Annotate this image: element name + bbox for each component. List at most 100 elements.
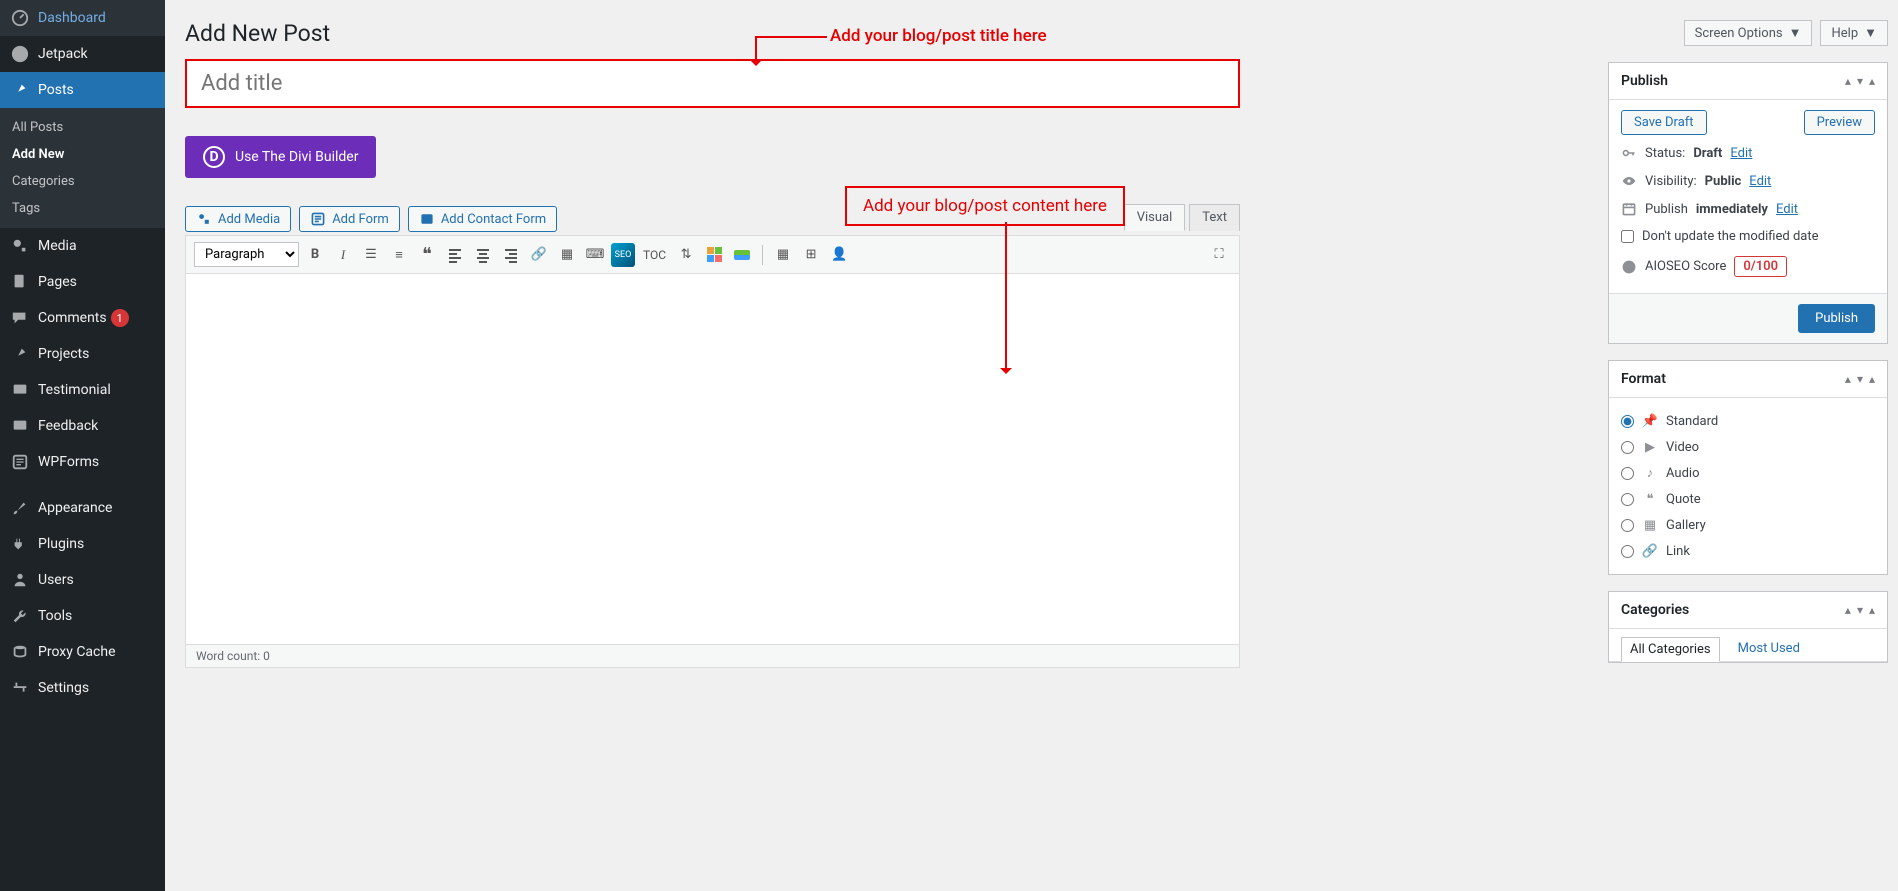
pin-icon xyxy=(10,80,30,100)
editor-toolbar: Paragraph B I ☰ ≡ ❝ 🔗 ▦ ⌨ SEO TOC ⇅ ▦ ⊞ xyxy=(186,236,1239,274)
sidebar-item-pages[interactable]: Pages xyxy=(0,264,165,300)
bold-icon[interactable]: B xyxy=(303,243,327,267)
format-gallery-radio[interactable] xyxy=(1621,519,1634,532)
dont-update-checkbox[interactable] xyxy=(1621,230,1634,243)
testimonial-icon xyxy=(10,380,30,400)
format-quote-radio[interactable] xyxy=(1621,493,1634,506)
color-blocks-icon[interactable] xyxy=(702,243,726,267)
move-up-icon[interactable]: ▴ xyxy=(1845,74,1851,88)
visual-tab[interactable]: Visual xyxy=(1124,204,1186,231)
preview-button[interactable]: Preview xyxy=(1804,110,1875,135)
align-center-icon[interactable] xyxy=(471,243,495,267)
move-down-icon[interactable]: ▾ xyxy=(1857,372,1863,386)
move-down-icon[interactable]: ▾ xyxy=(1857,603,1863,617)
grid-icon[interactable]: ⊞ xyxy=(799,243,823,267)
status-label: Status: xyxy=(1645,146,1685,161)
sidebar-item-settings[interactable]: Settings xyxy=(0,670,165,706)
camera-icon xyxy=(196,211,212,227)
submenu-categories[interactable]: Categories xyxy=(0,168,165,195)
add-form-button[interactable]: Add Form xyxy=(299,206,400,232)
sidebar-item-dashboard[interactable]: Dashboard xyxy=(0,0,165,36)
publish-heading: Publish xyxy=(1621,73,1668,89)
move-up-icon[interactable]: ▴ xyxy=(1845,372,1851,386)
add-media-button[interactable]: Add Media xyxy=(185,206,291,232)
italic-icon[interactable]: I xyxy=(331,243,355,267)
submenu-tags[interactable]: Tags xyxy=(0,195,165,222)
sidebar-item-wpforms[interactable]: WPForms xyxy=(0,444,165,480)
move-up-icon[interactable]: ▴ xyxy=(1845,603,1851,617)
aioseo-icon xyxy=(1621,259,1637,275)
quote-icon: ❝ xyxy=(1642,491,1658,507)
screen-options-button[interactable]: Screen Options ▼ xyxy=(1684,20,1813,46)
toolbar-toggle-icon[interactable]: ⌨ xyxy=(583,243,607,267)
toc-button[interactable]: TOC xyxy=(639,243,670,267)
sidebar-item-posts[interactable]: Posts xyxy=(0,72,165,108)
numbered-list-icon[interactable]: ≡ xyxy=(387,243,411,267)
most-used-tab[interactable]: Most Used xyxy=(1730,637,1808,661)
paragraph-select[interactable]: Paragraph xyxy=(194,242,299,267)
add-media-label: Add Media xyxy=(218,212,280,227)
submenu-add-new[interactable]: Add New xyxy=(0,141,165,168)
align-left-icon[interactable] xyxy=(443,243,467,267)
sidebar-label: Proxy Cache xyxy=(38,644,116,660)
format-option-label: Quote xyxy=(1666,492,1701,507)
toggle-panel-icon[interactable]: ▴ xyxy=(1869,74,1875,88)
add-contact-form-button[interactable]: Add Contact Form xyxy=(408,206,557,232)
sidebar-item-projects[interactable]: Projects xyxy=(0,336,165,372)
insert-more-icon[interactable]: ▦ xyxy=(555,243,579,267)
sidebar-item-proxy-cache[interactable]: Proxy Cache xyxy=(0,634,165,670)
sidebar-item-jetpack[interactable]: Jetpack xyxy=(0,36,165,72)
sidebar-item-tools[interactable]: Tools xyxy=(0,598,165,634)
bullet-list-icon[interactable]: ☰ xyxy=(359,243,383,267)
feedback-icon xyxy=(10,416,30,436)
sidebar-item-feedback[interactable]: Feedback xyxy=(0,408,165,444)
link-icon[interactable]: 🔗 xyxy=(527,243,551,267)
import-icon[interactable]: ⇅ xyxy=(674,243,698,267)
meta-sidebar: Screen Options ▼ Help ▼ Publish ▴ ▾ ▴ Sa… xyxy=(1608,0,1898,891)
format-audio-radio[interactable] xyxy=(1621,467,1634,480)
users-icon xyxy=(10,570,30,590)
editor-content-area[interactable] xyxy=(186,274,1239,644)
save-draft-button[interactable]: Save Draft xyxy=(1621,110,1707,135)
quote-icon[interactable]: ❝ xyxy=(415,243,439,267)
sidebar-item-media[interactable]: Media xyxy=(0,228,165,264)
sidebar-item-users[interactable]: Users xyxy=(0,562,165,598)
sidebar-label: Dashboard xyxy=(38,10,106,26)
text-tab[interactable]: Text xyxy=(1189,204,1240,231)
align-right-icon[interactable] xyxy=(499,243,523,267)
toggle-panel-icon[interactable]: ▴ xyxy=(1869,603,1875,617)
move-down-icon[interactable]: ▾ xyxy=(1857,74,1863,88)
publish-button[interactable]: Publish xyxy=(1798,304,1875,333)
format-link-radio[interactable] xyxy=(1621,545,1634,558)
format-video-radio[interactable] xyxy=(1621,441,1634,454)
format-standard-radio[interactable] xyxy=(1621,415,1634,428)
edit-visibility-link[interactable]: Edit xyxy=(1749,174,1771,189)
aioseo-toolbar-icon[interactable]: SEO xyxy=(611,243,635,267)
pin-icon xyxy=(10,344,30,364)
admin-sidebar: Dashboard Jetpack Posts All Posts Add Ne… xyxy=(0,0,165,891)
format-metabox: Format ▴ ▾ ▴ 📌Standard ▶Video ♪Audio ❝Qu… xyxy=(1608,360,1888,575)
sidebar-label: Pages xyxy=(38,274,77,290)
sidebar-item-testimonial[interactable]: Testimonial xyxy=(0,372,165,408)
table-icon[interactable]: ▦ xyxy=(771,243,795,267)
sidebar-item-appearance[interactable]: Appearance xyxy=(0,490,165,526)
edit-publish-link[interactable]: Edit xyxy=(1776,202,1798,217)
toggle-panel-icon[interactable]: ▴ xyxy=(1869,372,1875,386)
post-title-input[interactable] xyxy=(185,59,1240,108)
publish-label: Publish xyxy=(1645,202,1688,217)
edit-status-link[interactable]: Edit xyxy=(1730,146,1752,161)
fullscreen-icon[interactable]: ⛶ xyxy=(1207,243,1231,267)
submenu-all-posts[interactable]: All Posts xyxy=(0,114,165,141)
sidebar-label: Media xyxy=(38,238,77,254)
sidebar-item-plugins[interactable]: Plugins xyxy=(0,526,165,562)
all-categories-tab[interactable]: All Categories xyxy=(1621,637,1720,662)
divi-builder-button[interactable]: D Use The Divi Builder xyxy=(185,136,376,178)
highlight-icon[interactable] xyxy=(730,243,754,267)
help-button[interactable]: Help ▼ xyxy=(1820,20,1888,46)
editor-wrap: Paragraph B I ☰ ≡ ❝ 🔗 ▦ ⌨ SEO TOC ⇅ ▦ ⊞ xyxy=(185,235,1240,668)
divi-button-label: Use The Divi Builder xyxy=(235,149,358,165)
sidebar-item-comments[interactable]: Comments 1 xyxy=(0,300,165,336)
sidebar-label: Testimonial xyxy=(38,382,111,398)
user-icon[interactable]: 👤 xyxy=(827,243,851,267)
visibility-label: Visibility: xyxy=(1645,174,1697,189)
